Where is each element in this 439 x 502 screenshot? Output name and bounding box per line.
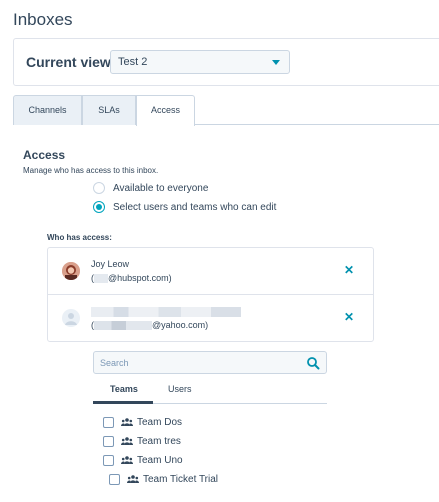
team-label: Team Ticket Trial	[143, 473, 219, 485]
tab-teams[interactable]: Teams	[110, 384, 138, 394]
avatar	[62, 309, 80, 327]
team-checkbox[interactable]	[103, 454, 114, 466]
team-icon	[127, 475, 139, 483]
current-view-select[interactable]: Test 2	[110, 50, 290, 74]
team-label: Team Uno	[137, 454, 183, 466]
team-item: Team Ticket Trial	[109, 472, 218, 486]
current-view-value: Test 2	[118, 56, 148, 68]
access-list-item: Joy Leow (@hubspot.com) ✕	[48, 248, 373, 295]
redacted-block	[91, 306, 241, 317]
redacted-block	[94, 274, 108, 284]
team-label: Team Dos	[137, 416, 183, 428]
access-list: Joy Leow (@hubspot.com) ✕ (@yahoo.com) ✕	[47, 247, 374, 342]
team-icon	[121, 456, 133, 464]
avatar	[62, 262, 80, 280]
redacted-block	[94, 321, 152, 331]
team-icon	[121, 437, 133, 445]
radio-available-to-everyone[interactable]: Available to everyone	[93, 181, 208, 195]
team-icon	[121, 418, 133, 426]
search-icon[interactable]	[306, 356, 320, 370]
current-view-panel: Current view: Test 2	[13, 38, 439, 86]
radio-label: Select users and teams who can edit	[113, 201, 277, 213]
page-title: Inboxes	[13, 10, 73, 29]
current-view-label: Current view:	[26, 54, 116, 70]
tab-access[interactable]: Access	[136, 95, 195, 126]
chevron-down-icon	[272, 60, 280, 65]
radio-select-users-and-teams[interactable]: Select users and teams who can edit	[93, 200, 276, 214]
sub-tab-underline	[93, 401, 153, 404]
close-icon[interactable]: ✕	[343, 264, 355, 276]
radio-button[interactable]	[93, 201, 105, 213]
search-input[interactable]	[100, 355, 290, 371]
who-has-access-label: Who has access:	[47, 233, 112, 242]
user-email: (@hubspot.com)	[91, 273, 172, 284]
access-list-item: (@yahoo.com) ✕	[48, 295, 373, 342]
team-item: Team Uno	[103, 453, 183, 467]
team-checkbox[interactable]	[103, 435, 114, 447]
access-section-title: Access	[23, 148, 66, 162]
search-box	[93, 351, 327, 374]
team-item: Team Dos	[103, 415, 182, 429]
email-suffix: @yahoo.com)	[152, 320, 209, 330]
radio-label: Available to everyone	[113, 182, 209, 194]
team-item: Team tres	[103, 434, 181, 448]
user-email: (@yahoo.com)	[91, 320, 209, 331]
email-suffix: @hubspot.com)	[108, 273, 172, 283]
tab-channels[interactable]: Channels	[13, 95, 82, 125]
team-checkbox[interactable]	[109, 473, 120, 485]
user-name: Joy Leow	[91, 259, 130, 269]
sub-tab-bar: Teams Users	[93, 380, 327, 404]
close-icon[interactable]: ✕	[343, 311, 355, 323]
tab-slas[interactable]: SLAs	[82, 95, 136, 125]
tab-bar: Channels SLAs Access	[13, 95, 439, 126]
tab-users[interactable]: Users	[168, 384, 192, 394]
radio-button[interactable]	[93, 182, 105, 194]
team-checkbox[interactable]	[103, 416, 114, 428]
team-label: Team tres	[137, 435, 181, 447]
access-section-description: Manage who has access to this inbox.	[23, 166, 159, 175]
user-name	[91, 306, 241, 317]
